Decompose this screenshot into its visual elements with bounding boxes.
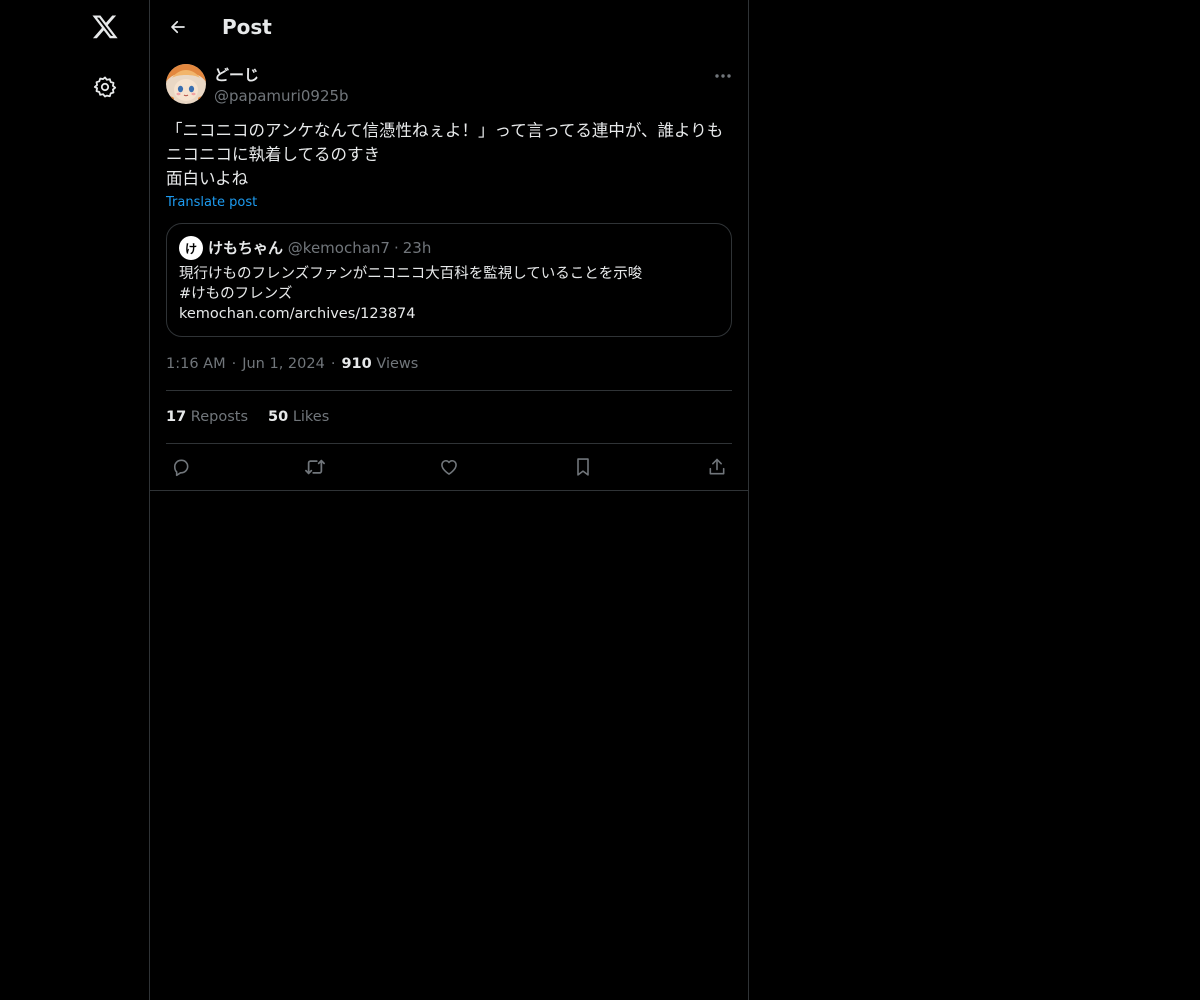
likes-stat[interactable]: 50 Likes <box>268 409 329 425</box>
post-metadata: 1:16 AM · Jun 1, 2024 · 910 Views <box>166 354 418 374</box>
share-icon <box>709 458 725 475</box>
reposts-count: 17 <box>166 409 187 425</box>
likes-label: Likes <box>292 409 330 425</box>
gear-icon[interactable] <box>89 71 121 103</box>
reply-button[interactable] <box>166 455 196 479</box>
engagement-stats: 17 Reposts 50 Likes <box>166 407 329 427</box>
back-button[interactable] <box>162 11 194 43</box>
like-button[interactable] <box>434 455 464 479</box>
reply-icon <box>173 459 189 477</box>
quoted-post-card[interactable]: け けもちゃん @kemochan7 · 23h 現行けものフレンズファンがニコニコ… <box>166 223 732 337</box>
bookmark-icon <box>577 458 589 476</box>
views-label: Views <box>376 356 419 372</box>
translate-post-link[interactable]: Translate post <box>166 194 257 212</box>
likes-count: 50 <box>268 409 289 425</box>
post-time[interactable]: 1:16 AM <box>166 356 226 372</box>
divider <box>166 443 732 444</box>
post-header: Post <box>150 0 748 54</box>
post-date[interactable]: Jun 1, 2024 <box>242 356 325 372</box>
views-count: 910 <box>341 356 372 372</box>
avatar[interactable] <box>166 64 206 104</box>
author-handle[interactable]: @papamuri0925b <box>214 86 349 106</box>
more-icon <box>715 74 731 78</box>
post-detail-column: Post どーじ @papamuri0925b 「ニコニコのアンケなんて信憑性ね… <box>149 0 749 1000</box>
quote-author-handle: @kemochan7 <box>287 239 390 257</box>
bookmark-button[interactable] <box>568 455 598 479</box>
post-text: 「ニコニコのアンケなんて信憑性ねぇよ！」って言ってる連中が、誰よりもニコニコに執… <box>166 121 724 188</box>
meta-separator: · <box>330 356 336 372</box>
left-nav-rail <box>0 0 149 1000</box>
reposts-label: Reposts <box>190 409 249 425</box>
arrow-left-icon <box>171 20 185 34</box>
heart-icon <box>441 459 457 475</box>
repost-button[interactable] <box>300 455 330 479</box>
divider <box>166 390 732 391</box>
x-logo-icon[interactable] <box>89 12 121 44</box>
reposts-stat[interactable]: 17 Reposts <box>166 409 248 425</box>
quote-text: 現行けものフレンズファンがニコニコ大百科を監視していることを示唆 #けものフレン… <box>179 266 643 322</box>
author-name[interactable]: どーじ <box>214 65 259 85</box>
quote-timestamp: 23h <box>402 239 432 257</box>
share-button[interactable] <box>702 455 732 479</box>
more-options-button[interactable] <box>708 64 738 88</box>
quote-avatar: け <box>179 236 203 260</box>
divider <box>150 490 748 491</box>
quote-author-name: けもちゃん <box>208 239 284 257</box>
quote-separator: · <box>393 239 399 257</box>
meta-separator: · <box>231 356 237 372</box>
quote-header: けもちゃん @kemochan7 · 23h <box>208 238 431 258</box>
repost-icon <box>305 459 325 475</box>
page-title: Post <box>222 15 272 39</box>
